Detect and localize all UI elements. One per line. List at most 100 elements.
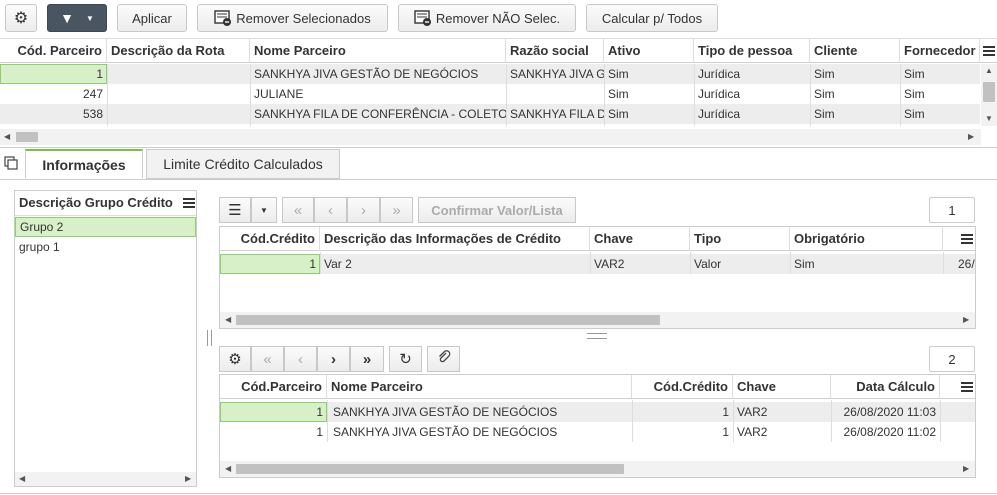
remove-doc-icon xyxy=(414,10,432,26)
first-page-button[interactable]: « xyxy=(251,346,284,372)
scroll-right-icon[interactable]: ▶ xyxy=(185,474,191,484)
col-header-key[interactable]: Chave xyxy=(733,375,831,399)
scroll-right-icon[interactable]: ▶ xyxy=(968,132,974,142)
list-dropdown-button[interactable]: ▼ xyxy=(251,197,277,223)
col-header-route-desc[interactable]: Descrição da Rota xyxy=(107,39,250,63)
refresh-button[interactable]: ↻ xyxy=(389,346,422,372)
horizontal-scrollbar[interactable]: ◀ ▶ xyxy=(0,129,981,145)
copy-icon[interactable] xyxy=(4,156,18,170)
cell-active: Sim xyxy=(608,67,629,81)
scroll-right-icon[interactable]: ▶ xyxy=(963,315,969,325)
tab-informacoes[interactable]: Informações xyxy=(25,149,143,179)
gear-icon: ⚙ xyxy=(13,10,29,27)
col-header-credit-group[interactable]: Descrição Grupo Crédito xyxy=(15,191,181,215)
settings-button[interactable]: ⚙ xyxy=(5,4,37,32)
col-header-partner-name[interactable]: Nome Parceiro xyxy=(327,375,632,399)
col-header-calc-date[interactable]: Data Cálculo xyxy=(831,375,940,399)
cell-company-name: SANKHYA JIVA G xyxy=(510,67,604,81)
col-header-required[interactable]: Obrigatório xyxy=(790,227,943,251)
col-header-key[interactable]: Chave xyxy=(590,227,690,251)
cell-calc-date: 26/08/2020 11:02 xyxy=(843,425,936,439)
col-header-credit-code[interactable]: Cód.Crédito xyxy=(632,375,733,399)
col-header-partner-name[interactable]: Nome Parceiro xyxy=(250,39,506,63)
confirm-value-button[interactable]: Confirmar Valor/Lista xyxy=(418,197,576,223)
scroll-right-icon[interactable]: ▶ xyxy=(963,464,969,474)
vertical-scrollbar[interactable]: ▲ ▼ xyxy=(981,64,997,126)
column-menu-icon[interactable] xyxy=(961,234,973,244)
list-item[interactable]: Grupo 2 xyxy=(15,217,196,237)
cell-partner-name: SANKHYA FILA DE CONFERÊNCIA - COLETO xyxy=(254,107,506,121)
table-row[interactable]: 247 JULIANE Sim Jurídica Sim Sim xyxy=(0,84,980,104)
horizontal-splitter-handle[interactable] xyxy=(587,333,607,340)
col-header-company-name[interactable]: Razão social xyxy=(506,39,604,63)
scroll-left-icon[interactable]: ◀ xyxy=(225,315,231,325)
calculated-limits-grid: Cód.Parceiro Nome Parceiro Cód.Crédito C… xyxy=(219,374,976,478)
horizontal-scrollbar[interactable]: ◀ ▶ xyxy=(15,472,196,486)
list-view-button[interactable]: ☰ xyxy=(219,197,251,223)
cell-company-name: SANKHYA FILA D xyxy=(510,107,604,121)
tab-informacoes-label: Informações xyxy=(42,156,126,173)
scroll-left-icon[interactable]: ◀ xyxy=(19,474,25,484)
calculated-limits-grid-header: Cód.Parceiro Nome Parceiro Cód.Crédito C… xyxy=(220,375,975,399)
next-page-button[interactable]: › xyxy=(317,346,350,372)
apply-button[interactable]: Aplicar xyxy=(117,4,187,32)
column-menu-icon[interactable] xyxy=(183,198,195,208)
last-page-button[interactable]: » xyxy=(350,346,384,372)
scroll-thumb[interactable] xyxy=(236,315,660,325)
partners-grid-body: 1 SANKHYA JIVA GESTÃO DE NEGÓCIOS SANKHY… xyxy=(0,64,980,126)
last-page-button[interactable]: » xyxy=(380,197,413,223)
scroll-thumb[interactable] xyxy=(983,82,995,102)
scroll-left-icon[interactable]: ◀ xyxy=(225,464,231,474)
horizontal-scrollbar[interactable]: ◀ ▶ xyxy=(220,312,975,328)
table-row[interactable]: 1 SANKHYA JIVA GESTÃO DE NEGÓCIOS 1 VAR2… xyxy=(220,402,975,422)
partners-grid: Cód. Parceiro Descrição da Rota Nome Par… xyxy=(0,38,997,146)
remove-selected-button[interactable]: Remover Selecionados xyxy=(197,4,388,32)
attach-button[interactable] xyxy=(427,346,460,372)
table-row[interactable]: 1 Var 2 VAR2 Valor Sim 26/ xyxy=(220,254,975,274)
page-indicator: 2 xyxy=(929,346,975,372)
table-row[interactable]: 1 SANKHYA JIVA GESTÃO DE NEGÓCIOS SANKHY… xyxy=(0,64,980,84)
column-menu-icon[interactable] xyxy=(961,382,973,392)
calculate-all-button[interactable]: Calcular p/ Todos xyxy=(586,4,718,32)
prev-page-button[interactable]: ‹ xyxy=(284,346,317,372)
gear-icon: ⚙ xyxy=(228,351,242,368)
col-header-active[interactable]: Ativo xyxy=(604,39,694,63)
cell-key: VAR2 xyxy=(737,425,768,439)
col-header-partner-code[interactable]: Cód.Parceiro xyxy=(220,375,327,399)
table-row[interactable]: 1 SANKHYA JIVA GESTÃO DE NEGÓCIOS 1 VAR2… xyxy=(220,422,975,442)
col-header-client[interactable]: Cliente xyxy=(810,39,900,63)
col-header-person-type[interactable]: Tipo de pessoa xyxy=(694,39,810,63)
column-menu-icon[interactable] xyxy=(983,46,995,56)
paperclip-icon xyxy=(437,350,451,368)
cell-person-type: Jurídica xyxy=(698,87,741,101)
scroll-thumb[interactable] xyxy=(236,464,624,474)
col-header-credit-code[interactable]: Cód.Crédito xyxy=(220,227,320,251)
vertical-splitter-handle[interactable] xyxy=(206,330,214,346)
chevron-down-icon: ▼ xyxy=(260,205,268,215)
col-header-supplier[interactable]: Fornecedor xyxy=(900,39,980,63)
scroll-up-icon[interactable]: ▲ xyxy=(985,66,993,76)
chevron-left-icon: ‹ xyxy=(298,350,303,368)
horizontal-scrollbar[interactable]: ◀ ▶ xyxy=(220,461,975,477)
scroll-left-icon[interactable]: ◀ xyxy=(4,132,10,142)
cell-partner-name: SANKHYA JIVA GESTÃO DE NEGÓCIOS xyxy=(254,67,479,81)
tab-limite-credito[interactable]: Limite Crédito Calculados xyxy=(146,149,340,179)
cell-key: VAR2 xyxy=(594,257,625,271)
list-item[interactable]: grupo 1 xyxy=(15,237,196,257)
calculate-all-label: Calcular p/ Todos xyxy=(601,10,703,26)
col-header-type[interactable]: Tipo xyxy=(690,227,790,251)
settings-button[interactable]: ⚙ xyxy=(219,346,251,372)
prev-page-button[interactable]: ‹ xyxy=(314,197,347,223)
col-header-credit-desc[interactable]: Descrição das Informações de Crédito xyxy=(320,227,590,251)
page-number: 2 xyxy=(948,351,956,367)
next-page-button[interactable]: › xyxy=(347,197,380,223)
table-row[interactable]: 538 SANKHYA FILA DE CONFERÊNCIA - COLETO… xyxy=(0,104,980,124)
remove-not-selected-button[interactable]: Remover NÃO Selec. xyxy=(398,4,576,32)
col-header-partner-code[interactable]: Cód. Parceiro xyxy=(0,39,107,63)
first-page-button[interactable]: « xyxy=(282,197,314,223)
scroll-down-icon[interactable]: ▼ xyxy=(985,114,993,124)
scroll-thumb[interactable] xyxy=(16,132,38,142)
filter-button[interactable]: ▼ ▼ xyxy=(47,4,107,32)
filter-icon: ▼ xyxy=(60,10,74,26)
chevron-right-icon: › xyxy=(361,201,366,219)
